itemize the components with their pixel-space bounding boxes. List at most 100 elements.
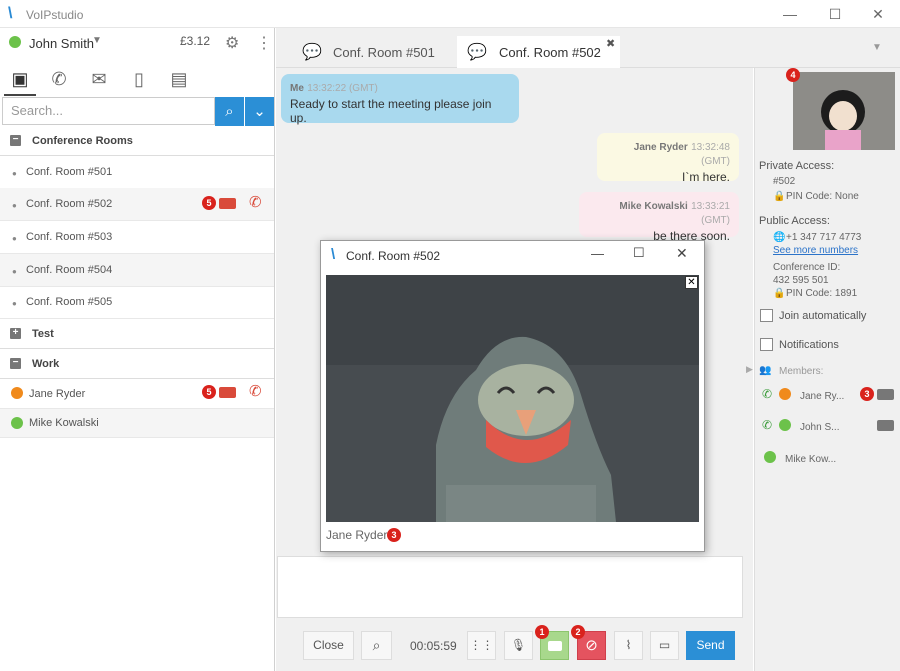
search-icon[interactable]: ⌕ [361,631,392,660]
tab-conf-room-502[interactable]: 💬 Conf. Room #502 ✖ [457,36,620,68]
video-icon[interactable] [877,389,894,400]
presence-icon [11,417,23,429]
close-tab-icon[interactable]: ✖ [606,37,615,50]
contacts-tab-icon[interactable]: ▣ [4,64,36,96]
see-more-numbers-link[interactable]: See more numbers [773,245,858,256]
list-item[interactable]: ● Conf. Room #503 [0,221,274,254]
chat-bubble-icon: ● [12,169,17,178]
phone-icon: ✆ [762,387,773,401]
chat-bubble-icon: ● [12,299,17,308]
join-automatically-checkbox[interactable] [760,309,773,322]
members-icon: 👥 [759,365,772,376]
video-window-title: Conf. Room #502 [346,249,441,263]
more-menu-icon[interactable]: ⋮ [256,33,272,53]
lock-icon: 🔒 [773,288,786,299]
close-video-icon[interactable]: ✕ [685,276,698,289]
phone-tab-icon[interactable]: ✆ [44,64,74,94]
close-button[interactable]: Close [303,631,354,660]
chat-bubble-icon: ● [12,267,17,276]
notifications-checkbox[interactable] [760,338,773,351]
tabs-dropdown-icon[interactable]: ▼ [872,42,882,53]
lock-icon: 🔒 [773,191,786,202]
title-bar: \ VoIPstudio — ☐ ✕ [0,0,900,28]
user-name[interactable]: John Smith [29,36,94,51]
chevron-down-icon[interactable]: ▼ [92,35,102,46]
attachment-icon[interactable]: ⌇ [614,631,643,660]
minimize-icon[interactable]: — [775,4,805,24]
close-icon[interactable]: ✕ [863,4,893,24]
chat-bubble-icon: ● [12,234,17,243]
presence-icon [11,387,23,399]
fax-tab-icon[interactable]: ▤ [164,64,194,94]
mail-tab-icon[interactable]: ✉ [84,64,114,94]
message-mike: Mike Kowalski 13:33:21 (GMT) be there so… [579,192,739,243]
minimize-icon[interactable]: — [591,246,604,261]
callout-badge: 5 [202,196,216,210]
conference-id: 432 595 501 [773,275,829,286]
public-phone: +1 347 717 4773 [786,232,862,243]
member-name: John S... [800,422,840,433]
private-pin: PIN Code: None [786,191,859,202]
video-feed-image [326,275,699,522]
balance: £3.12 [180,34,211,48]
group-header-work[interactable]: − Work [0,349,274,379]
maximize-icon[interactable]: ☐ [820,4,850,24]
public-access-label: Public Access: [759,215,830,227]
chat-bubble-icon: ● [12,201,17,210]
video-call-icon[interactable] [219,198,236,209]
screen-share-icon[interactable]: ▭ [650,631,679,660]
private-room-id: #502 [773,176,796,187]
callout-badge: 4 [786,68,800,82]
member-name: Jane Ry... [800,391,845,402]
conference-id-label: Conference ID: [773,262,841,273]
send-button[interactable]: Send [686,631,735,660]
list-item[interactable]: ● Conf. Room #501 [0,156,274,189]
phone-icon: ✆ [762,418,773,432]
app-logo-icon: \ [331,246,336,263]
collapse-icon: − [10,358,21,369]
mobile-tab-icon[interactable]: ▯ [124,64,154,94]
presence-icon [779,388,791,400]
list-item[interactable]: ● Conf. Room #505 [0,286,274,319]
search-input[interactable]: Search... [2,97,215,125]
status-icon[interactable] [9,36,21,48]
app-title: VoIPstudio [26,8,84,22]
globe-icon: 🌐 [773,232,786,243]
avatar-image [793,72,895,150]
video-caption: Jane Ryder [326,528,388,542]
dropdown-chevron-icon[interactable]: ⌄ [245,97,274,126]
video-feed: ✕ [326,275,699,522]
join-automatically-label: Join automatically [779,310,867,322]
message-jane: Jane Ryder 13:32:48 (GMT) I`m here. [597,133,739,184]
phone-call-icon[interactable]: ✆ [249,193,262,211]
close-icon[interactable]: ✕ [676,245,688,262]
expand-icon: + [10,328,21,339]
group-header-conference-rooms[interactable]: − Conference Rooms [0,126,274,156]
maximize-icon[interactable]: ☐ [633,245,645,261]
list-item[interactable]: Mike Kowalski [0,409,274,438]
callout-badge: 3 [860,387,874,401]
callout-badge: 2 [571,625,585,639]
callout-badge: 1 [535,625,549,639]
video-call-icon[interactable] [219,387,236,398]
tab-conf-room-501[interactable]: 💬 Conf. Room #501 [296,36,456,68]
chat-icon: 💬 [302,44,322,61]
video-icon[interactable] [877,420,894,431]
list-item[interactable]: ● Conf. Room #504 [0,254,274,287]
message-input[interactable] [277,556,743,618]
dialpad-icon[interactable]: ⋮⋮ [467,631,496,660]
search-icon[interactable]: ⌕ [215,97,244,126]
microphone-icon[interactable]: 🎙 [504,631,533,660]
presence-icon [779,419,791,431]
collapse-panel-icon[interactable]: ▶ [746,364,753,375]
group-header-test[interactable]: + Test [0,319,274,349]
phone-call-icon[interactable]: ✆ [249,382,262,400]
details-panel [754,68,900,671]
room-avatar [793,72,895,150]
chat-icon: 💬 [467,44,487,61]
gear-icon[interactable]: ⚙ [225,33,239,53]
notifications-label: Notifications [779,339,839,351]
private-access-label: Private Access: [759,160,835,172]
members-label: Members: [779,366,824,377]
presence-icon [764,451,776,463]
